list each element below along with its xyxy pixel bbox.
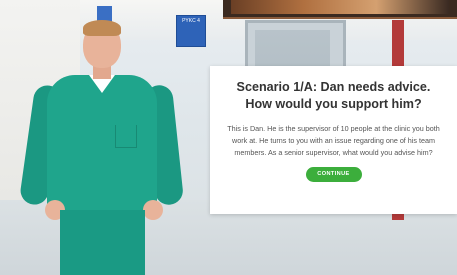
scrub-pants — [60, 210, 145, 275]
photo-strip — [223, 0, 457, 19]
scrub-pocket — [115, 125, 137, 148]
dan-character — [18, 20, 185, 275]
room-sign-text: PYKC 4 — [182, 18, 200, 24]
scenario-description: This is Dan. He is the supervisor of 10 … — [227, 124, 440, 157]
room-sign: PYKC 4 — [176, 15, 206, 47]
photo-strip-image — [231, 0, 449, 14]
scenario-title: Scenario 1/A: Dan needs advice. How woul… — [236, 80, 431, 111]
right-hand — [143, 200, 163, 220]
scenario-card: Scenario 1/A: Dan needs advice. How woul… — [210, 66, 457, 214]
hair — [83, 20, 121, 36]
scrub-top — [47, 75, 157, 215]
continue-button[interactable]: CONTINUE — [305, 167, 362, 182]
